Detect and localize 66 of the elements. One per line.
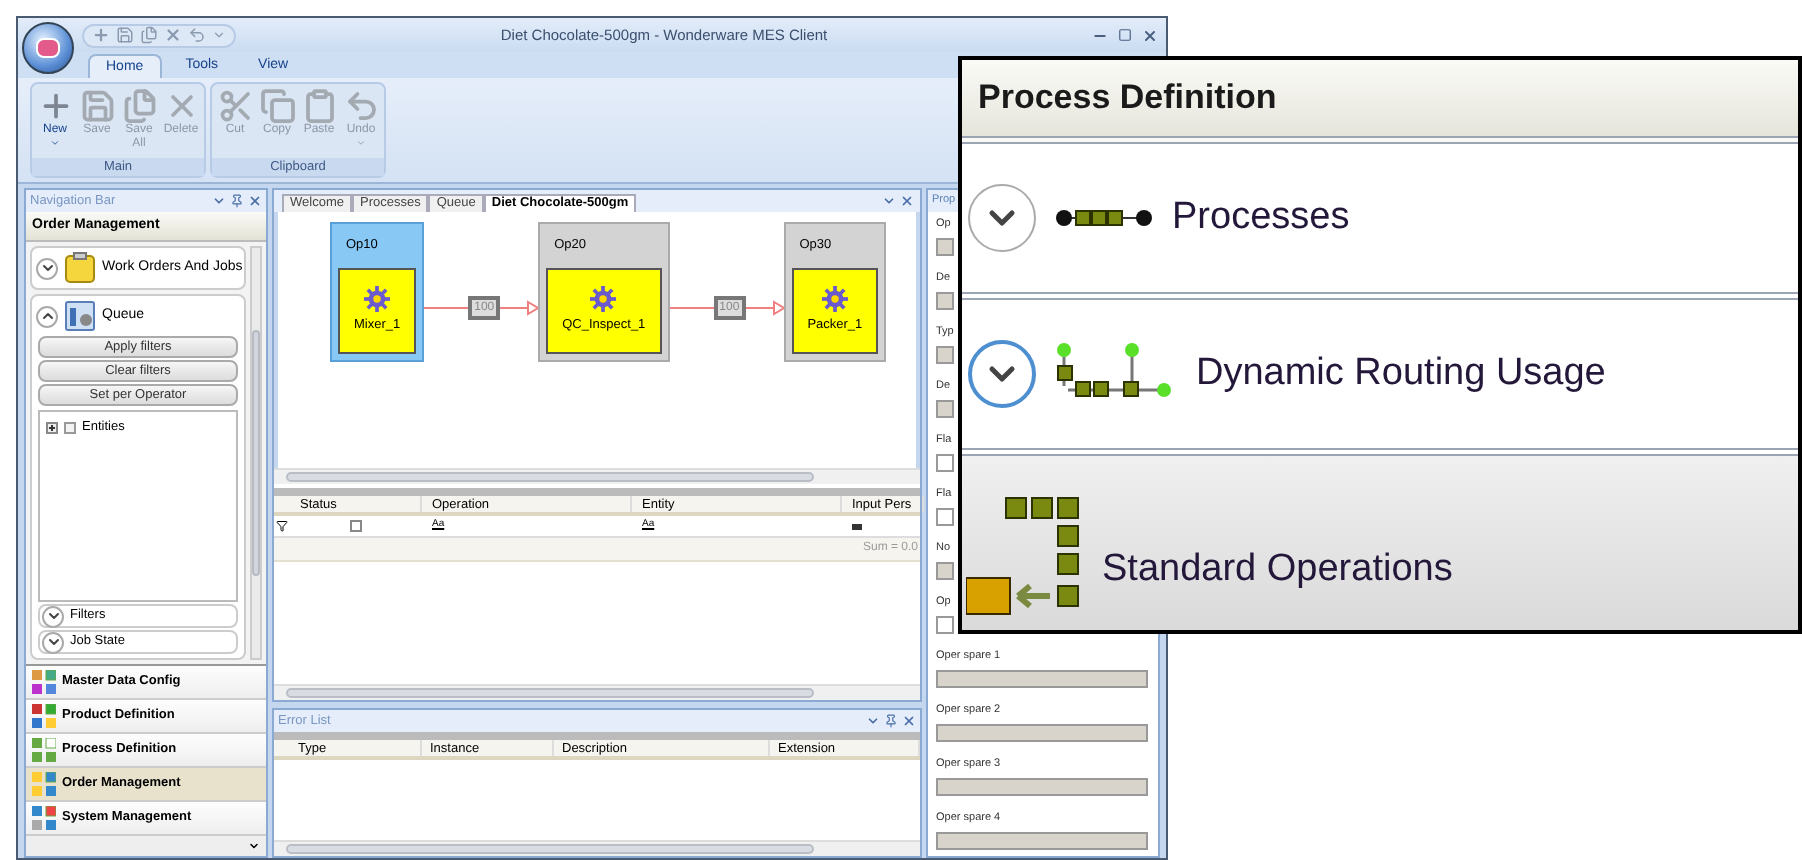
undo-icon[interactable] — [188, 26, 206, 44]
input-field[interactable] — [936, 400, 954, 418]
queue-icon — [64, 300, 96, 332]
save-all-icon — [121, 88, 157, 124]
copy-icon — [259, 88, 295, 124]
close-icon[interactable] — [248, 194, 262, 208]
expand-icon[interactable] — [968, 340, 1036, 408]
section-header: Process Definition — [978, 76, 1277, 121]
input-field[interactable] — [936, 616, 954, 634]
process-chain-icon — [1056, 208, 1152, 228]
collapse-icon[interactable] — [36, 305, 58, 327]
input-field[interactable] — [936, 238, 954, 256]
overflow-caret-icon[interactable] — [248, 840, 260, 852]
module-item[interactable]: Standard Operations — [962, 456, 1798, 630]
expand-icon[interactable] — [36, 257, 58, 279]
input-field[interactable] — [936, 778, 1148, 796]
equals-icon[interactable] — [852, 523, 862, 529]
undo-icon — [343, 88, 379, 124]
save-icon — [79, 88, 115, 124]
paste-icon — [301, 88, 337, 124]
module-icon — [32, 670, 56, 694]
input-field[interactable] — [936, 562, 954, 580]
input-field[interactable] — [936, 724, 1148, 742]
gear-icon — [364, 286, 391, 313]
pin-icon[interactable] — [884, 714, 898, 728]
input-field[interactable] — [936, 346, 954, 364]
scissors-icon — [217, 88, 253, 124]
module-icon — [32, 738, 56, 762]
maximize-icon[interactable] — [1118, 28, 1132, 42]
delete-icon[interactable] — [164, 26, 182, 44]
input-field[interactable] — [936, 670, 1148, 688]
item-label: Dynamic Routing Usage — [1196, 349, 1606, 398]
horizontal-scrollbar[interactable] — [274, 684, 920, 700]
input-field[interactable] — [936, 508, 954, 526]
dropdown-icon[interactable] — [212, 194, 226, 208]
expand-icon[interactable] — [42, 605, 64, 627]
module-icon — [32, 772, 56, 796]
expand-icon[interactable] — [968, 184, 1036, 252]
caret-icon[interactable] — [50, 138, 60, 148]
clipboard-icon — [64, 252, 96, 284]
input-field[interactable] — [936, 454, 954, 472]
checkbox[interactable] — [64, 421, 76, 434]
dropdown-icon[interactable] — [882, 194, 896, 208]
horizontal-scrollbar[interactable] — [274, 468, 920, 484]
module-icon — [32, 806, 56, 830]
input-field[interactable] — [936, 832, 1148, 850]
save-icon[interactable] — [116, 26, 134, 44]
expand-icon[interactable] — [46, 421, 58, 434]
input-field[interactable] — [936, 292, 954, 310]
module-icon — [32, 704, 56, 728]
gear-icon — [590, 286, 617, 313]
save-all-icon[interactable] — [140, 26, 158, 44]
checkbox-filter-icon[interactable] — [350, 520, 362, 532]
expand-icon[interactable] — [42, 631, 64, 653]
horizontal-scrollbar[interactable] — [274, 840, 920, 856]
new-icon[interactable] — [92, 26, 110, 44]
vertical-scrollbar[interactable] — [250, 246, 262, 660]
close-icon[interactable] — [900, 194, 914, 208]
close-icon[interactable] — [1142, 27, 1158, 43]
close-icon[interactable] — [902, 714, 916, 728]
gear-icon — [821, 286, 848, 313]
customize-icon[interactable] — [212, 28, 226, 42]
dropdown-icon[interactable] — [866, 714, 880, 728]
item-label: Processes — [1172, 193, 1350, 242]
pin-icon[interactable] — [230, 194, 244, 208]
filter-icon[interactable] — [274, 520, 290, 532]
